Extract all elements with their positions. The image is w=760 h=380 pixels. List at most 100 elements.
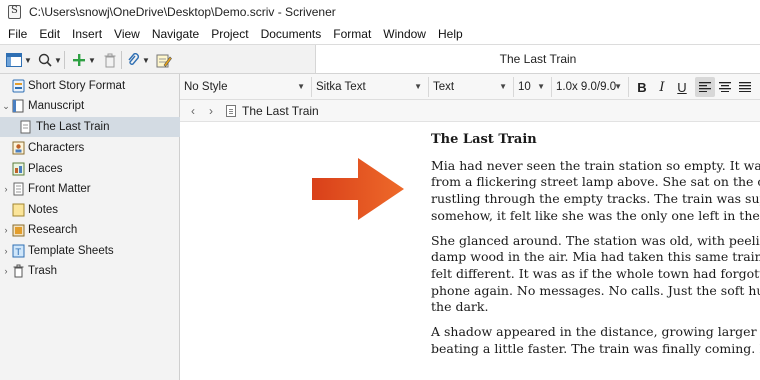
menu-file[interactable]: File bbox=[2, 24, 33, 44]
characters-icon bbox=[12, 141, 25, 155]
binder-item-notes[interactable]: Notes bbox=[0, 200, 180, 220]
line-spacing-value: 1.0x 9.0/9.0 bbox=[556, 81, 617, 93]
text-line: felt different. It was as if the whole t… bbox=[431, 265, 760, 281]
binder-item-front-matter[interactable]: › Front Matter bbox=[0, 179, 180, 199]
editor-header-bar: ‹ › The Last Train bbox=[180, 100, 760, 122]
add-document-button[interactable]: ▼ bbox=[72, 51, 96, 69]
view-mode-button[interactable]: ▼ bbox=[6, 51, 32, 69]
toolbar-separator bbox=[121, 51, 122, 69]
binder-item-label: Trash bbox=[28, 265, 57, 277]
editor-pane[interactable]: The Last Train Mia had never seen the tr… bbox=[180, 122, 760, 380]
menu-help[interactable]: Help bbox=[432, 24, 469, 44]
menu-format[interactable]: Format bbox=[327, 24, 377, 44]
notepad-edit-icon bbox=[156, 54, 172, 67]
menu-window[interactable]: Window bbox=[377, 24, 432, 44]
notes-icon bbox=[12, 203, 25, 217]
window-title: C:\Users\snowj\OneDrive\Desktop\Demo.scr… bbox=[29, 5, 336, 19]
chevron-right-icon[interactable]: › bbox=[1, 225, 11, 235]
search-button[interactable]: ▼ bbox=[38, 51, 62, 69]
menu-view[interactable]: View bbox=[108, 24, 146, 44]
chevron-down-icon[interactable]: ⌄ bbox=[1, 101, 11, 112]
text-line: Mia had never seen the train station so … bbox=[431, 157, 760, 173]
trash-icon bbox=[13, 264, 24, 278]
binder-item-places[interactable]: Places bbox=[0, 159, 180, 179]
align-center-button[interactable] bbox=[715, 77, 735, 97]
binder-item-characters[interactable]: Characters bbox=[0, 138, 180, 158]
binder-item-label: Places bbox=[28, 163, 63, 175]
binder-item-research[interactable]: › Research bbox=[0, 220, 180, 240]
binder-item-label: Characters bbox=[28, 142, 85, 154]
binder-item-template-sheets[interactable]: › T Template Sheets bbox=[0, 241, 180, 261]
chevron-right-icon[interactable]: › bbox=[1, 246, 11, 256]
line-spacing-select[interactable]: 1.0x 9.0/9.0 ▼ bbox=[552, 77, 629, 97]
breadcrumb[interactable]: The Last Train bbox=[242, 104, 319, 118]
typeface-value: Text bbox=[433, 81, 455, 93]
align-justify-button[interactable] bbox=[735, 77, 755, 97]
align-left-icon bbox=[699, 82, 711, 92]
right-arrow-icon bbox=[312, 158, 404, 220]
text-line: from a flickering street lamp above. She… bbox=[431, 174, 760, 190]
trash-icon bbox=[104, 53, 116, 67]
binder-item-manuscript[interactable]: ⌄ Manuscript bbox=[0, 96, 180, 116]
menu-bar: File Edit Insert View Navigate Project D… bbox=[0, 24, 760, 44]
binder-item-label: Short Story Format bbox=[28, 80, 126, 92]
menu-documents[interactable]: Documents bbox=[255, 24, 328, 44]
chevron-down-icon: ▼ bbox=[537, 82, 545, 91]
text-line: phone again. No messages. No calls. Just… bbox=[431, 282, 760, 298]
font-family-select[interactable]: Sitka Text ▼ bbox=[312, 77, 429, 97]
font-size-select[interactable]: 10 ▼ bbox=[514, 77, 552, 97]
paragraph-style-select[interactable]: No Style ▼ bbox=[180, 77, 312, 97]
move-to-trash-button[interactable] bbox=[103, 51, 117, 69]
underline-button[interactable]: U bbox=[672, 77, 692, 97]
forward-arrow-icon[interactable]: › bbox=[202, 104, 220, 118]
menu-project[interactable]: Project bbox=[205, 24, 254, 44]
text-line: rustling through the empty tracks. The t… bbox=[431, 191, 760, 207]
binder-item-short-story-format[interactable]: Short Story Format bbox=[0, 76, 180, 96]
paragraph: A shadow appeared in the distance, growi… bbox=[431, 324, 760, 357]
document-text[interactable]: The Last Train Mia had never seen the tr… bbox=[431, 132, 760, 365]
chevron-right-icon[interactable]: › bbox=[1, 184, 11, 194]
document-icon bbox=[20, 120, 31, 134]
bold-button[interactable]: B bbox=[632, 77, 652, 97]
binder-item-label: Front Matter bbox=[28, 183, 91, 195]
menu-navigate[interactable]: Navigate bbox=[146, 24, 205, 44]
template-sheets-icon: T bbox=[12, 244, 25, 258]
binder-item-label: The Last Train bbox=[36, 121, 110, 133]
italic-button[interactable]: I bbox=[652, 77, 672, 97]
attach-button[interactable]: ▼ bbox=[126, 51, 150, 69]
paragraph-style-value: No Style bbox=[184, 81, 228, 93]
document-icon bbox=[226, 104, 236, 117]
chevron-down-icon: ▼ bbox=[54, 55, 62, 65]
document-heading: The Last Train bbox=[431, 132, 537, 147]
inspector-button[interactable] bbox=[156, 51, 172, 69]
plus-icon bbox=[73, 54, 85, 66]
chevron-down-icon: ▼ bbox=[88, 55, 96, 65]
chevron-down-icon: ▼ bbox=[24, 55, 32, 65]
text-line: damp wood in the air. Mia had taken this… bbox=[431, 249, 760, 265]
document-title-header: The Last Train bbox=[315, 45, 760, 73]
compile-format-icon bbox=[12, 79, 25, 93]
align-center-icon bbox=[719, 82, 731, 92]
align-justify-icon bbox=[739, 82, 751, 92]
chevron-down-icon: ▼ bbox=[499, 82, 507, 91]
binder-item-the-last-train[interactable]: The Last Train bbox=[0, 117, 180, 137]
front-matter-icon bbox=[13, 182, 24, 196]
title-bar: C:\Users\snowj\OneDrive\Desktop\Demo.scr… bbox=[0, 0, 760, 24]
binder-item-label: Template Sheets bbox=[28, 245, 114, 257]
binder-item-trash[interactable]: › Trash bbox=[0, 261, 180, 281]
svg-text:T: T bbox=[15, 248, 22, 258]
manuscript-icon bbox=[12, 99, 24, 113]
menu-insert[interactable]: Insert bbox=[66, 24, 108, 44]
binder-panel: Short Story Format ⌄ Manuscript The Last… bbox=[0, 74, 180, 380]
typeface-select[interactable]: Text ▼ bbox=[429, 77, 514, 97]
text-line: the dark. bbox=[431, 299, 489, 315]
menu-edit[interactable]: Edit bbox=[33, 24, 66, 44]
chevron-down-icon: ▼ bbox=[614, 82, 622, 91]
back-arrow-icon[interactable]: ‹ bbox=[184, 104, 202, 118]
paragraph: She glanced around. The station was old,… bbox=[431, 233, 760, 317]
scrivener-app-icon bbox=[8, 5, 21, 19]
places-icon bbox=[12, 162, 25, 176]
chevron-right-icon[interactable]: › bbox=[1, 266, 11, 276]
binder-item-label: Notes bbox=[28, 204, 59, 216]
align-left-button[interactable] bbox=[695, 77, 715, 97]
